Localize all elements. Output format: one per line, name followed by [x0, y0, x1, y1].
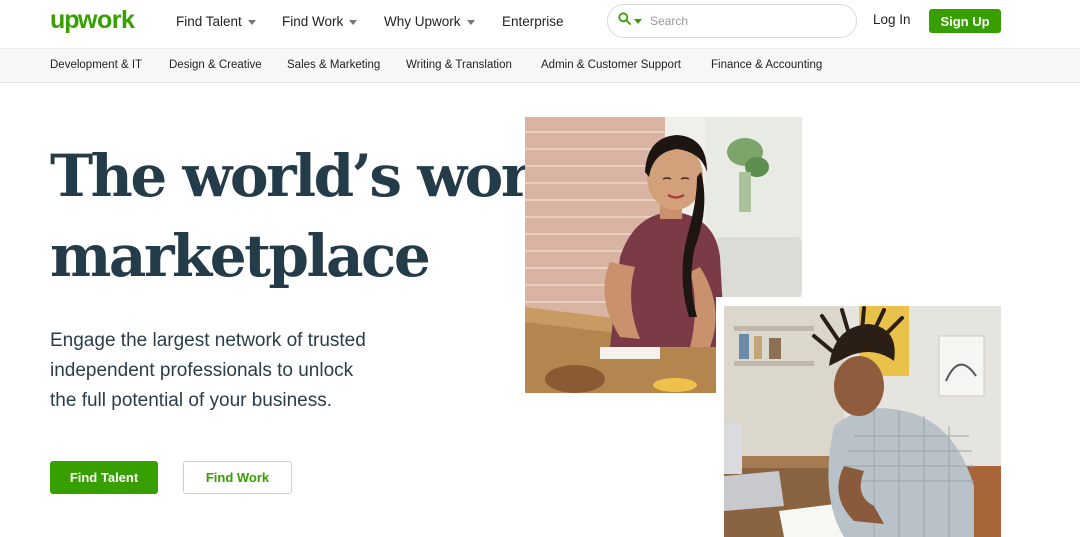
hero-headline: The world’s work marketplace [50, 136, 569, 296]
hero-subtext: Engage the largest network of trusted in… [50, 326, 430, 416]
nav-find-work-label: Find Work [282, 13, 344, 29]
search-bar [607, 4, 857, 38]
signup-button[interactable]: Sign Up [929, 9, 1001, 33]
svg-text:up: up [50, 6, 79, 34]
hero-photo-man [716, 297, 1001, 537]
nav-enterprise[interactable]: Enterprise [502, 12, 564, 30]
svg-text:work: work [77, 6, 135, 34]
category-design-creative[interactable]: Design & Creative [169, 59, 262, 71]
category-development-it[interactable]: Development & IT [50, 59, 142, 71]
nav-enterprise-label: Enterprise [502, 13, 564, 29]
hero-subtext-line: independent professionals to unlock [50, 360, 354, 381]
find-talent-button[interactable]: Find Talent [50, 461, 158, 494]
category-writing-translation[interactable]: Writing & Translation [406, 59, 512, 71]
search-icon[interactable] [618, 12, 631, 30]
hero-headline-line: The world’s work [50, 142, 569, 210]
search-input[interactable] [650, 14, 840, 28]
nav-find-talent-label: Find Talent [176, 13, 242, 29]
search-type-dropdown-icon[interactable] [634, 18, 642, 24]
chevron-down-icon [466, 19, 475, 25]
nav-why-upwork-label: Why Upwork [384, 13, 461, 29]
find-work-button[interactable]: Find Work [183, 461, 292, 494]
login-link[interactable]: Log In [873, 12, 911, 27]
top-navigation: up work Find Talent Find Work Why Upwork… [0, 0, 1080, 48]
nav-find-work[interactable]: Find Work [282, 12, 358, 30]
upwork-logo[interactable]: up work [50, 6, 138, 36]
hero-subtext-line: the full potential of your business. [50, 390, 333, 411]
hero-subtext-line: Engage the largest network of trusted [50, 330, 366, 351]
category-admin-support[interactable]: Admin & Customer Support [541, 59, 681, 71]
hero-headline-line: marketplace [50, 222, 431, 290]
nav-find-talent[interactable]: Find Talent [176, 12, 256, 30]
category-sales-marketing[interactable]: Sales & Marketing [287, 59, 380, 71]
chevron-down-icon [349, 19, 358, 25]
nav-why-upwork[interactable]: Why Upwork [384, 12, 475, 30]
category-bar: Development & IT Design & Creative Sales… [0, 48, 1080, 83]
category-finance-accounting[interactable]: Finance & Accounting [711, 59, 822, 71]
chevron-down-icon [247, 19, 256, 25]
